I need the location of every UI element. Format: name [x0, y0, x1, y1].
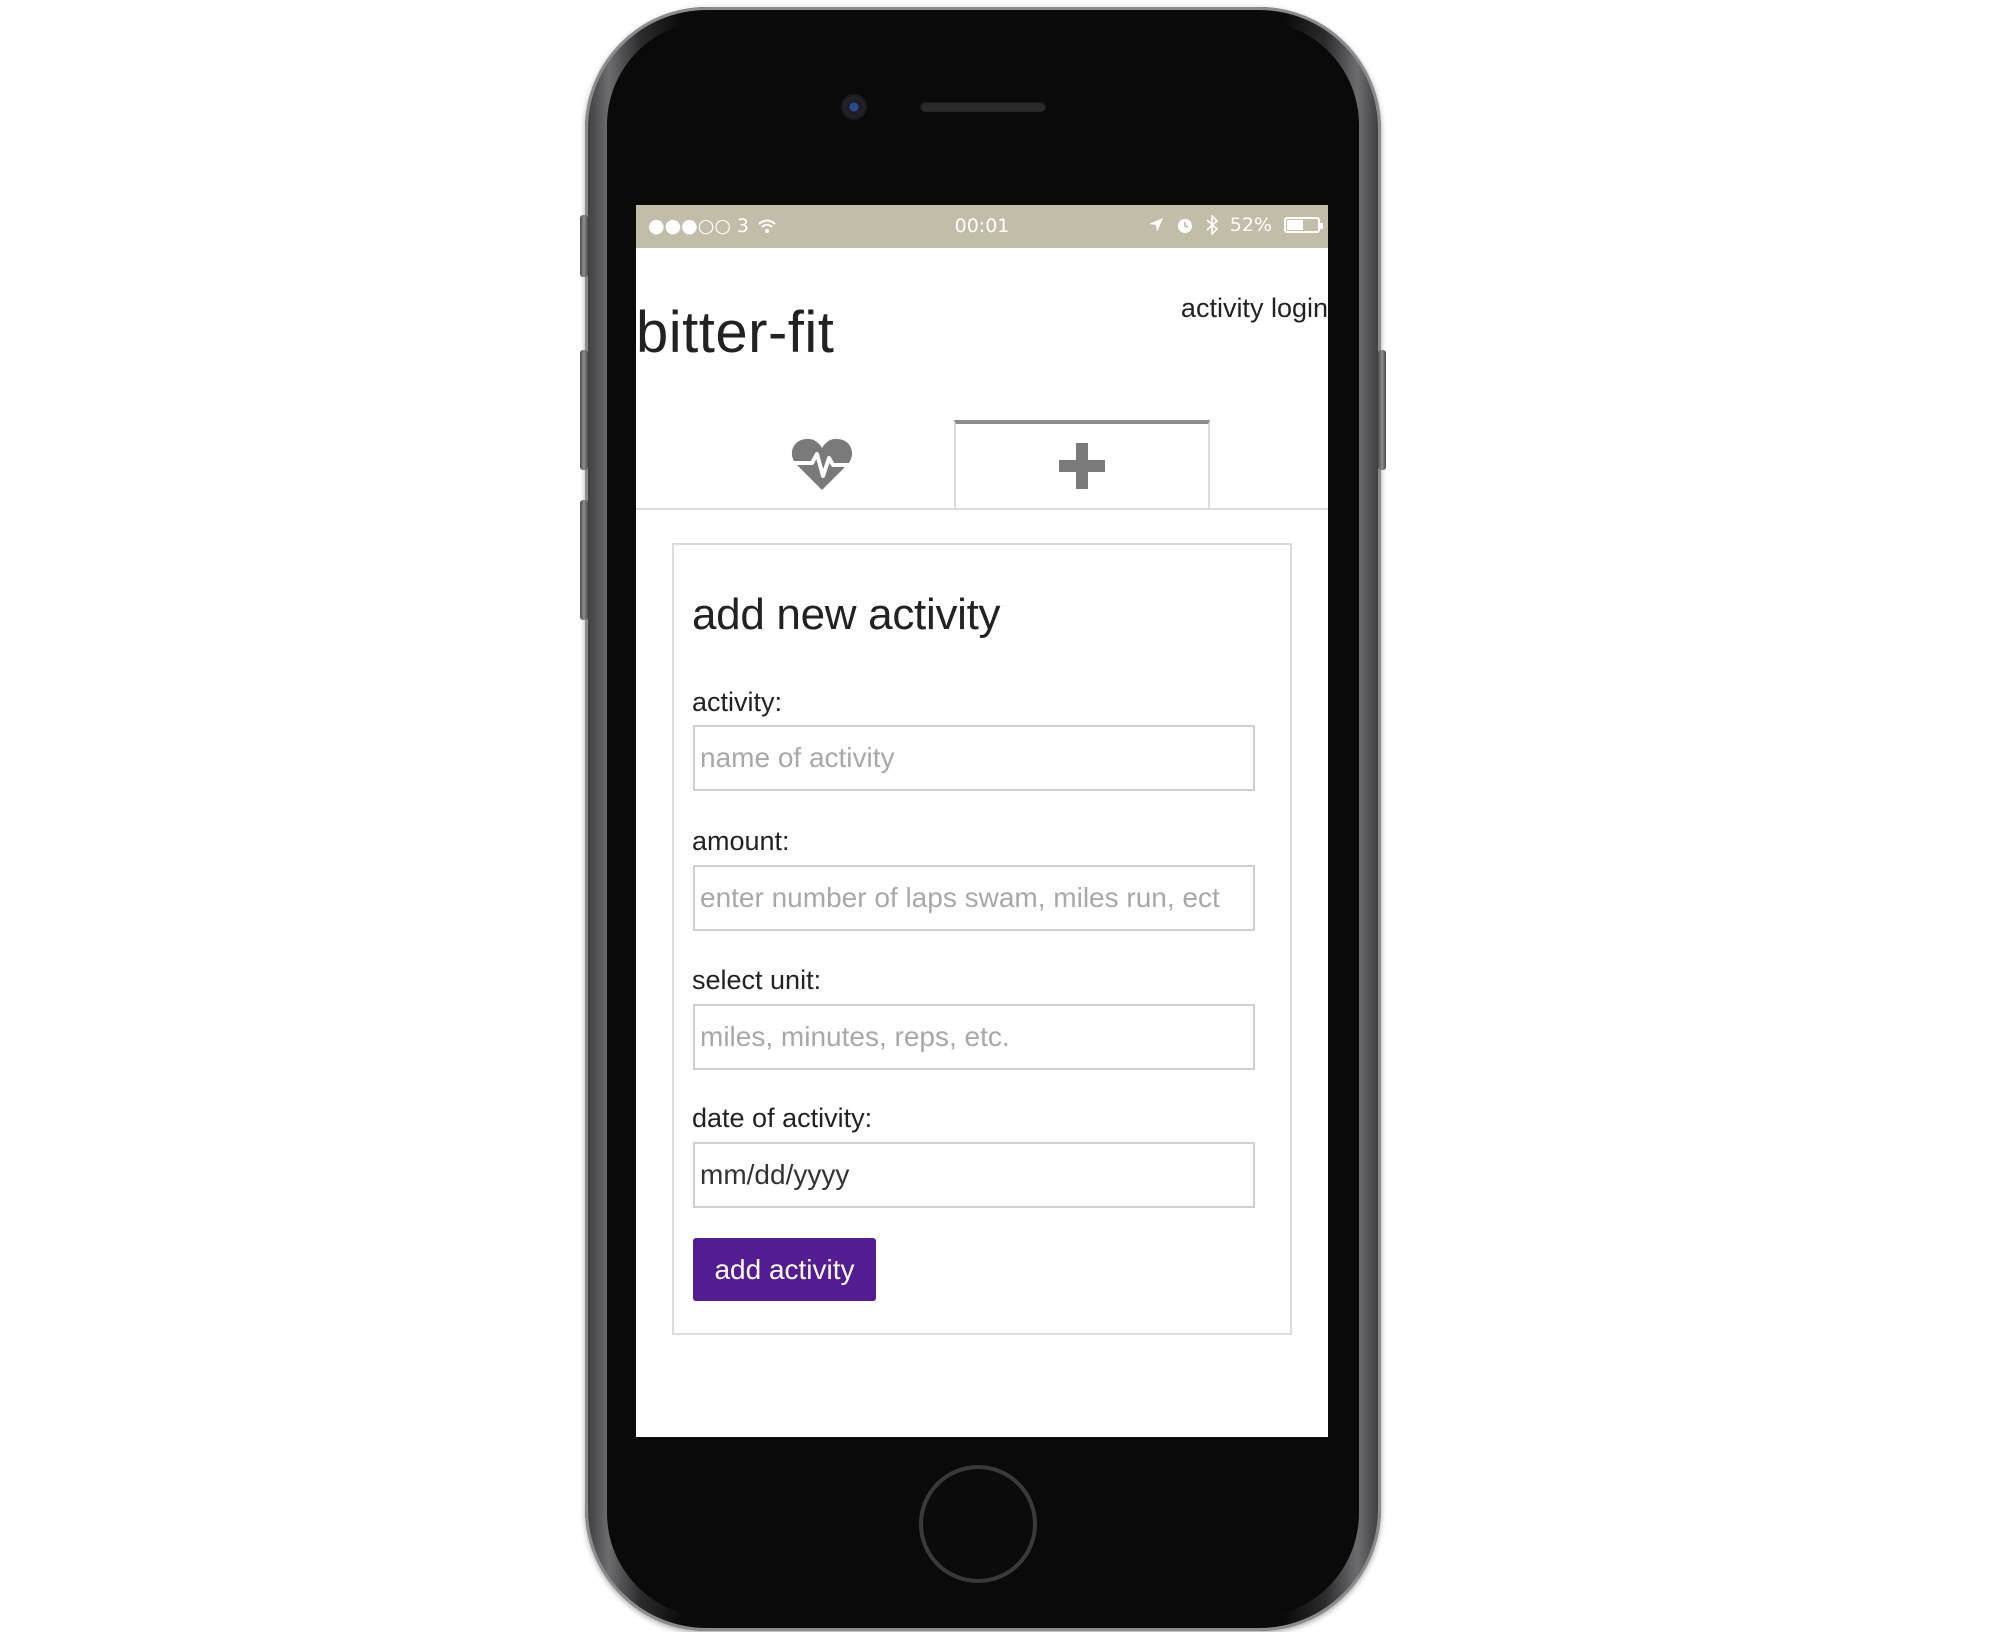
tab-add-activity[interactable]	[954, 420, 1210, 508]
add-activity-form: add new activity activity: amount: selec…	[672, 543, 1292, 1335]
date-input[interactable]	[693, 1142, 1255, 1208]
tab-bar-divider	[636, 508, 1328, 510]
activity-login-link[interactable]: activity login	[1181, 293, 1328, 324]
status-bar: ●●●○○ 3 00:01 52%	[636, 205, 1328, 248]
battery-level	[1287, 220, 1303, 230]
status-right: 52%	[1148, 214, 1323, 236]
bluetooth-icon	[1206, 215, 1218, 235]
brand-title: bitter-fit	[636, 300, 835, 365]
mute-switch	[580, 215, 588, 277]
activity-input[interactable]	[693, 725, 1255, 791]
amount-input[interactable]	[693, 865, 1255, 931]
amount-label: amount:	[692, 826, 790, 856]
form-title: add new activity	[692, 590, 1001, 639]
phone-screen: ●●●○○ 3 00:01 52% bitter-fit activity lo…	[636, 205, 1328, 1437]
volume-up-button	[580, 350, 588, 470]
unit-label: select unit:	[692, 965, 822, 995]
activity-label: activity:	[692, 687, 783, 717]
unit-input[interactable]	[693, 1004, 1255, 1070]
volume-down-button	[580, 500, 588, 620]
battery-icon	[1284, 217, 1323, 233]
tab-bar	[636, 420, 1328, 510]
camera-icon	[843, 96, 865, 118]
date-label: date of activity:	[692, 1103, 873, 1133]
add-activity-button[interactable]: add activity	[693, 1238, 876, 1301]
earpiece-speaker	[920, 101, 1046, 112]
power-button	[1378, 350, 1386, 470]
location-arrow-icon	[1148, 218, 1163, 232]
heartbeat-icon	[791, 438, 853, 490]
plus-icon	[1059, 443, 1105, 489]
tab-activities[interactable]	[694, 420, 950, 508]
battery-percent: 52%	[1229, 214, 1272, 236]
alarm-icon	[1177, 219, 1192, 233]
home-button[interactable]	[919, 1465, 1037, 1583]
